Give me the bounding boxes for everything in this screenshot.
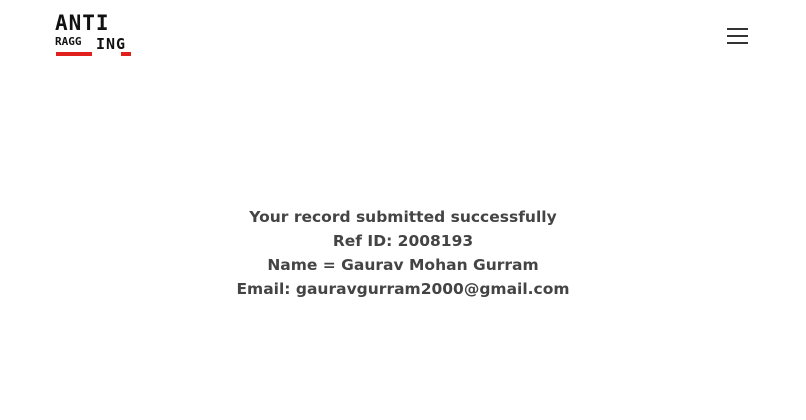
ref-id-text: Ref ID: 2008193 <box>332 232 474 250</box>
anti-ragging-logo[interactable]: ANTI RAGG ING <box>55 11 133 58</box>
logo-text-bottom-left: RAGG <box>55 35 82 48</box>
status-message: Your record submitted successfully <box>249 208 557 226</box>
submission-confirmation: Your record submitted successfully Ref I… <box>0 205 806 301</box>
logo-underline-right <box>121 52 131 56</box>
logo-text-top: ANTI <box>55 11 110 35</box>
name-text: Name = Gaurav Mohan Gurram <box>267 256 539 274</box>
logo-text-bottom-right: ING <box>96 35 127 53</box>
site-header: ANTI RAGG ING <box>0 0 806 72</box>
menu-line <box>727 35 748 37</box>
email-text: Email: gauravgurram2000@gmail.com <box>236 280 570 298</box>
menu-line <box>727 42 748 44</box>
hamburger-menu-icon[interactable] <box>727 26 749 46</box>
page: ANTI RAGG ING Your record submitted succ… <box>0 0 806 420</box>
logo-underline-left <box>56 52 92 56</box>
menu-line <box>727 28 748 30</box>
